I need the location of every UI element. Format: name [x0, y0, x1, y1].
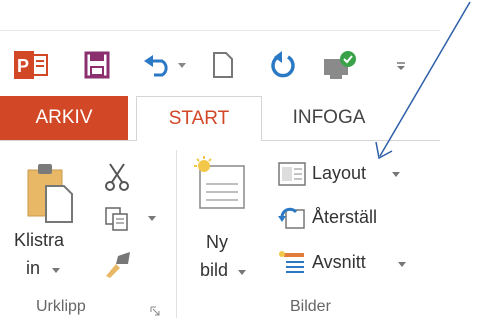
save-icon[interactable] — [84, 51, 110, 79]
cut-icon[interactable] — [104, 162, 130, 192]
dialog-launcher-icon[interactable] — [150, 306, 160, 316]
redo-icon[interactable] — [270, 51, 298, 79]
layout-dropdown-icon[interactable] — [392, 172, 400, 178]
new-slide-label-line2[interactable]: bild — [200, 260, 228, 281]
paste-dropdown-icon[interactable] — [52, 268, 60, 274]
format-painter-icon[interactable] — [104, 252, 132, 278]
paste-icon[interactable] — [26, 160, 74, 224]
publish-icon[interactable] — [322, 49, 358, 81]
slides-group-label: Bilder — [290, 298, 331, 315]
tab-start[interactable]: START — [136, 96, 262, 141]
layout-icon[interactable] — [278, 162, 306, 186]
section-button-label[interactable]: Avsnitt — [312, 252, 366, 273]
clipboard-group-label: Urklipp — [36, 298, 86, 315]
powerpoint-icon: P — [14, 51, 48, 79]
paste-label-line2[interactable]: in — [26, 258, 40, 279]
customize-toolbar-icon[interactable] — [396, 61, 406, 71]
layout-button-label[interactable]: Layout — [312, 163, 366, 184]
new-slide-icon[interactable] — [194, 156, 246, 212]
new-document-icon[interactable] — [212, 51, 234, 79]
quick-access-toolbar: P — [0, 30, 440, 97]
tab-infoga[interactable]: INFOGA — [270, 96, 388, 140]
reset-icon[interactable] — [278, 206, 306, 230]
reset-button-label[interactable]: Återställ — [312, 207, 377, 228]
svg-text:P: P — [17, 56, 29, 76]
copy-icon[interactable] — [104, 206, 130, 232]
ribbon-tabs: ARKIV START INFOGA — [0, 96, 440, 141]
tab-arkiv[interactable]: ARKIV — [0, 96, 128, 140]
new-slide-label-line1[interactable]: Ny — [206, 232, 228, 253]
group-divider — [176, 150, 177, 318]
paste-label-line1[interactable]: Klistra — [14, 230, 64, 251]
undo-dropdown-icon[interactable] — [178, 63, 186, 69]
new-slide-dropdown-icon[interactable] — [238, 270, 246, 276]
section-dropdown-icon[interactable] — [398, 262, 406, 268]
undo-icon[interactable] — [144, 53, 174, 77]
section-icon[interactable] — [278, 250, 306, 274]
copy-dropdown-icon[interactable] — [148, 216, 156, 222]
